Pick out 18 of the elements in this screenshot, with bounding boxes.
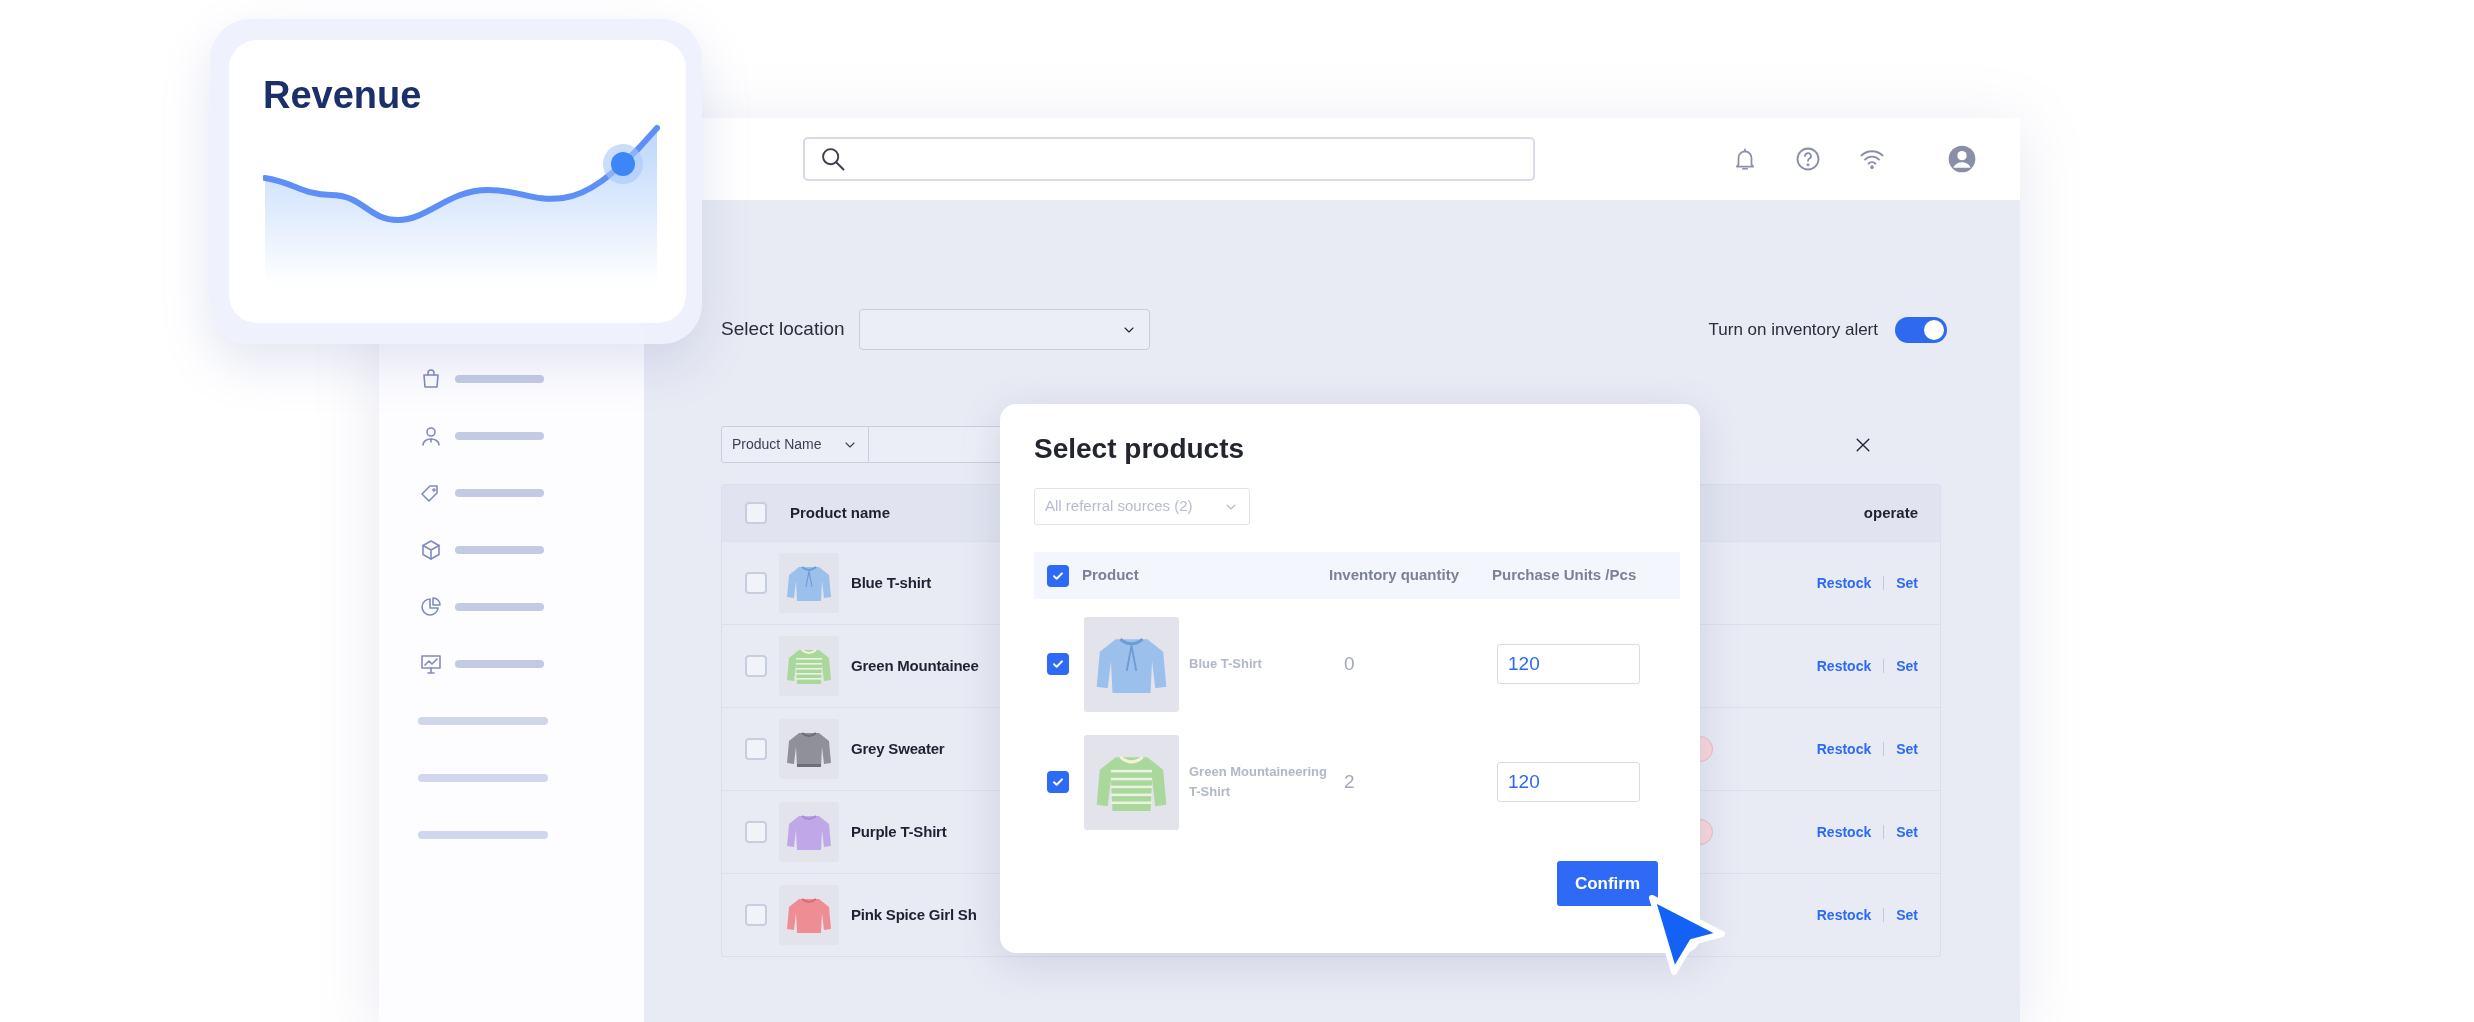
product-name: Blue T-Shirt [1189,654,1263,673]
product-name: Pink Spice Girl Sh [851,904,977,925]
product-name: Green Mountainee [851,655,979,676]
location-label: Select location [721,317,845,342]
inventory-quantity: 0 [1343,651,1356,676]
column-header: Inventory quantity [1329,565,1460,586]
inventory-quantity: 2 [1343,769,1356,794]
modal-title: Select products [1034,432,1246,466]
product-name: Purple T-Shirt [851,821,947,842]
product-name: Green Mountaineering T-Shirt [1189,762,1328,801]
column-header: Purchase Units /Pcs [1492,565,1637,586]
product-name: Blue T-shirt [851,572,932,593]
column-header: operate [1863,502,1918,523]
product-name: Grey Sweater [851,738,945,759]
column-header: Product [1082,565,1140,586]
column-header: Product name [790,502,891,523]
card-title: Revenue [263,76,423,114]
inventory-alert-label: Turn on inventory alert [1708,318,1878,341]
